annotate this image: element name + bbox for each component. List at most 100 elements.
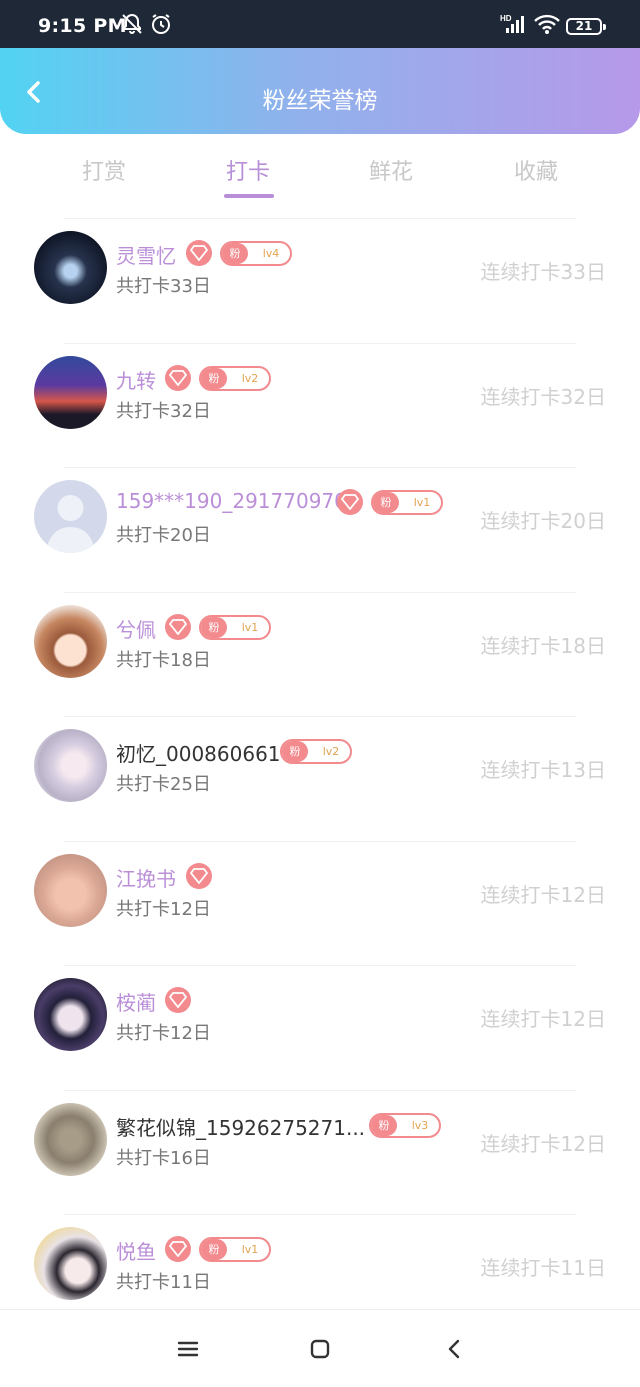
- diamond-icon: [165, 613, 191, 640]
- fan-level-badge: 粉 lv2: [199, 365, 271, 391]
- avatar[interactable]: [34, 355, 107, 429]
- streak-checkins: 连续打卡12日: [480, 882, 606, 907]
- bell-off-icon: [120, 12, 144, 36]
- fan-level-badge: 粉 lv4: [220, 241, 292, 266]
- streak-checkins: 连续打卡12日: [480, 1007, 606, 1031]
- total-checkins: 共打卡12日: [116, 1023, 211, 1044]
- system-nav-bar: [0, 1309, 640, 1387]
- diamond-icon: [165, 364, 191, 391]
- hd-signal-icon: HD: [500, 12, 526, 36]
- diamond-icon: [165, 1236, 191, 1262]
- header: 粉丝荣誉榜: [0, 48, 640, 134]
- total-checkins: 共打卡32日: [116, 400, 211, 422]
- total-checkins: 共打卡25日: [116, 774, 211, 795]
- list-item[interactable]: 九转 粉 lv2 共打卡32日 连续打卡32日: [0, 342, 640, 468]
- total-checkins: 共打卡18日: [116, 649, 211, 671]
- divider: [64, 342, 576, 344]
- tab-favorites[interactable]: 收藏: [476, 154, 596, 186]
- tab-reward[interactable]: 打赏: [44, 154, 164, 186]
- fan-level-badge: 粉 lv1: [199, 614, 271, 640]
- avatar[interactable]: [34, 978, 107, 1051]
- tab-checkin[interactable]: 打卡: [188, 154, 308, 186]
- tab-flowers[interactable]: 鲜花: [331, 154, 451, 186]
- fan-badge-label: 粉: [373, 492, 399, 513]
- avatar[interactable]: [34, 729, 107, 802]
- wifi-icon: [533, 12, 561, 36]
- fan-level-badge: 粉 lv2: [280, 739, 352, 764]
- list-item[interactable]: 159***190_291770970 粉 lv1 共打卡20日 连续打卡20日: [0, 467, 640, 592]
- user-name[interactable]: 灵雪忆: [116, 240, 176, 269]
- user-name[interactable]: 江挽书: [116, 863, 176, 892]
- user-name[interactable]: 初忆_000860661: [116, 738, 281, 767]
- fan-level-text: lv2: [241, 371, 259, 385]
- divider: [64, 840, 576, 842]
- page-title: 粉丝荣誉榜: [262, 88, 378, 114]
- status-bar: 9:15 PM HD 21: [0, 0, 640, 48]
- user-name[interactable]: 159***190_291770970: [116, 489, 347, 513]
- fan-level-text: lv1: [241, 620, 259, 634]
- list-item[interactable]: 桉蔺 共打卡12日 连续打卡12日: [0, 965, 640, 1090]
- divider: [64, 716, 576, 717]
- divider: [64, 467, 576, 468]
- ranking-list: 灵雪忆 粉 lv4 共打卡33日 连续打卡33日 九转 粉 lv2 共打卡32日…: [0, 218, 640, 1339]
- fan-level-text: lv1: [413, 496, 431, 509]
- streak-checkins: 连续打卡18日: [480, 633, 606, 658]
- total-checkins: 共打卡16日: [116, 1147, 211, 1169]
- status-time: 9:15 PM: [38, 15, 127, 37]
- tab-bar: 打赏 打卡 鲜花 收藏: [0, 134, 640, 214]
- fan-badge-label: 粉: [201, 616, 227, 638]
- fan-level-text: lv2: [322, 745, 340, 758]
- user-name[interactable]: 悦鱼: [116, 1236, 156, 1265]
- fan-level-text: lv3: [411, 1118, 429, 1132]
- active-tab-indicator: [224, 194, 274, 198]
- total-checkins: 共打卡11日: [116, 1272, 211, 1293]
- fan-level-text: lv1: [241, 1243, 259, 1256]
- fan-badge-label: 粉: [201, 367, 227, 389]
- default-avatar-icon[interactable]: [34, 480, 107, 553]
- list-item[interactable]: 江挽书 共打卡12日 连续打卡12日: [0, 840, 640, 966]
- streak-checkins: 连续打卡13日: [480, 758, 606, 782]
- total-checkins: 共打卡12日: [116, 898, 211, 920]
- fan-level-badge: 粉 lv3: [369, 1112, 441, 1138]
- divider: [64, 1089, 576, 1091]
- streak-checkins: 连续打卡33日: [480, 260, 606, 284]
- avatar[interactable]: [34, 604, 107, 678]
- svg-text:HD: HD: [500, 14, 512, 23]
- fan-level-text: lv4: [262, 247, 280, 260]
- streak-checkins: 连续打卡32日: [480, 384, 606, 409]
- diamond-icon: [186, 862, 212, 889]
- diamond-icon: [186, 240, 212, 266]
- divider: [64, 591, 576, 593]
- avatar[interactable]: [34, 1102, 107, 1176]
- streak-checkins: 连续打卡20日: [480, 509, 606, 533]
- fan-level-badge: 粉 lv1: [371, 490, 443, 515]
- list-item[interactable]: 兮佩 粉 lv1 共打卡18日 连续打卡18日: [0, 591, 640, 717]
- list-item[interactable]: 初忆_000860661 粉 lv2 共打卡25日 连续打卡13日: [0, 716, 640, 841]
- divider: [64, 218, 576, 219]
- divider: [64, 1214, 576, 1215]
- total-checkins: 共打卡20日: [116, 525, 211, 546]
- avatar[interactable]: [34, 853, 107, 927]
- streak-checkins: 连续打卡12日: [480, 1131, 606, 1156]
- home-icon[interactable]: [305, 1334, 335, 1364]
- user-name[interactable]: 九转: [116, 365, 156, 394]
- battery-icon: 21: [566, 18, 606, 35]
- avatar[interactable]: [34, 231, 107, 304]
- menu-icon[interactable]: [173, 1334, 203, 1364]
- diamond-icon: [165, 987, 191, 1013]
- user-name[interactable]: 繁花似锦_15926275271...: [116, 1112, 365, 1141]
- user-name[interactable]: 桉蔺: [116, 987, 156, 1016]
- fan-badge-label: 粉: [222, 243, 248, 264]
- fan-badge-label: 粉: [371, 1114, 397, 1136]
- user-name[interactable]: 兮佩: [116, 614, 156, 643]
- alarm-icon: [149, 12, 173, 36]
- back-icon[interactable]: [440, 1334, 470, 1364]
- divider: [64, 965, 576, 966]
- list-item[interactable]: 繁花似锦_15926275271... 粉 lv3 共打卡16日 连续打卡12日: [0, 1089, 640, 1215]
- list-item[interactable]: 灵雪忆 粉 lv4 共打卡33日 连续打卡33日: [0, 218, 640, 343]
- fan-badge-label: 粉: [282, 741, 308, 762]
- streak-checkins: 连续打卡11日: [480, 1256, 606, 1280]
- fan-level-badge: 粉 lv1: [199, 1237, 271, 1262]
- total-checkins: 共打卡33日: [116, 276, 211, 297]
- avatar[interactable]: [34, 1227, 107, 1300]
